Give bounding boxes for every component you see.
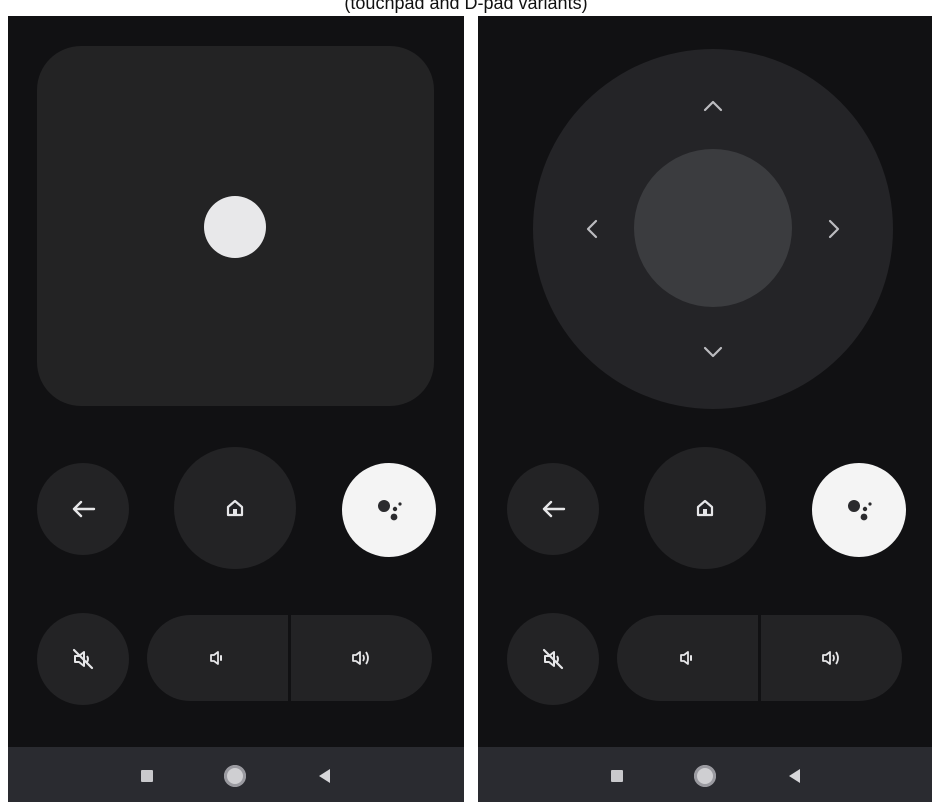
home-circle-icon[interactable]	[224, 765, 246, 787]
chevron-right-icon	[821, 216, 847, 242]
google-assistant-icon	[844, 495, 874, 525]
mute-button[interactable]	[37, 613, 129, 705]
dpad-select-button[interactable]	[634, 149, 792, 307]
remote-screen-dpad	[478, 16, 932, 802]
dpad-left-button[interactable]	[579, 216, 605, 242]
volume-control-group	[617, 615, 902, 701]
volume-down-icon	[208, 648, 228, 668]
dpad-right-button[interactable]	[821, 216, 847, 242]
chevron-down-icon	[700, 339, 726, 365]
home-circle-icon[interactable]	[694, 765, 716, 787]
volume-up-button[interactable]	[761, 615, 902, 701]
volume-up-icon	[820, 648, 844, 668]
recent-apps-icon[interactable]	[141, 770, 153, 782]
back-button[interactable]	[37, 463, 129, 555]
back-arrow-icon	[70, 499, 96, 519]
volume-mute-icon	[71, 647, 95, 671]
assistant-button[interactable]	[812, 463, 906, 557]
volume-mute-icon	[541, 647, 565, 671]
recent-apps-icon[interactable]	[611, 770, 623, 782]
dpad-down-button[interactable]	[700, 339, 726, 365]
volume-up-icon	[350, 648, 374, 668]
home-icon	[225, 498, 245, 518]
home-button[interactable]	[644, 447, 766, 569]
back-triangle-icon[interactable]	[319, 769, 330, 783]
touchpad[interactable]	[37, 46, 434, 406]
chevron-up-icon	[700, 93, 726, 119]
system-nav-bar	[8, 747, 464, 802]
volume-down-button[interactable]	[147, 615, 288, 701]
volume-down-button[interactable]	[617, 615, 758, 701]
dpad-up-button[interactable]	[700, 93, 726, 119]
dpad-ring	[533, 49, 893, 409]
home-icon	[695, 498, 715, 518]
touch-cursor-dot	[204, 196, 266, 258]
figure-caption: (touchpad and D-pad variants)	[344, 0, 588, 13]
google-assistant-icon	[374, 495, 404, 525]
home-button[interactable]	[174, 447, 296, 569]
remote-screen-touchpad	[8, 16, 464, 802]
volume-down-icon	[678, 648, 698, 668]
system-nav-bar	[478, 747, 932, 802]
back-arrow-icon	[540, 499, 566, 519]
assistant-button[interactable]	[342, 463, 436, 557]
mute-button[interactable]	[507, 613, 599, 705]
volume-up-button[interactable]	[291, 615, 432, 701]
back-triangle-icon[interactable]	[789, 769, 800, 783]
back-button[interactable]	[507, 463, 599, 555]
chevron-left-icon	[579, 216, 605, 242]
volume-control-group	[147, 615, 432, 701]
